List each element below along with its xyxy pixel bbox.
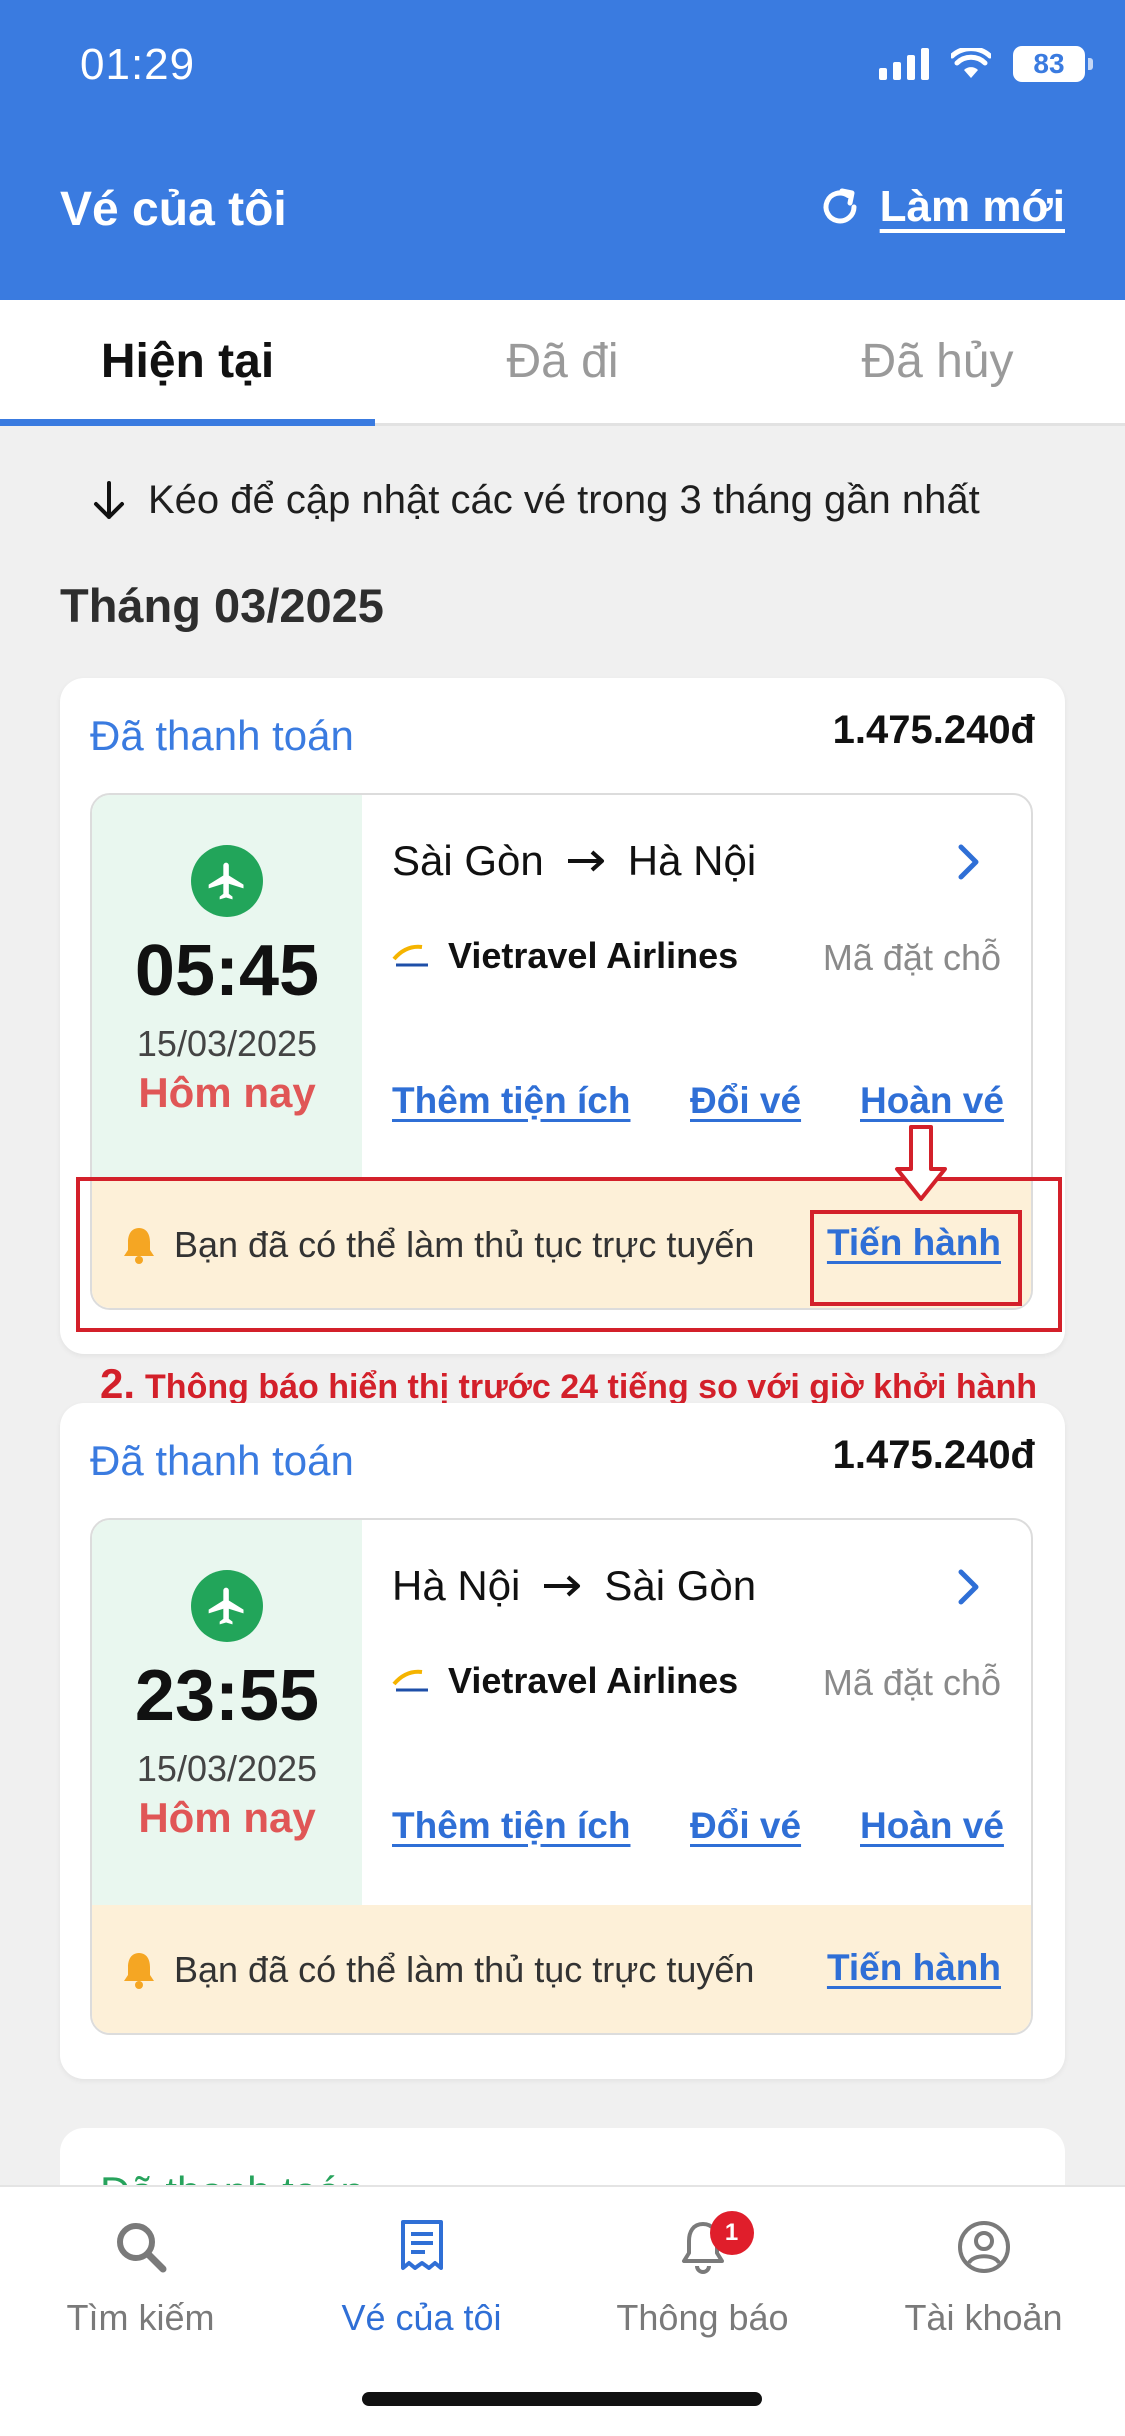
change-ticket-link[interactable]: Đổi vé bbox=[690, 1080, 801, 1122]
departure-date: 15/03/2025 bbox=[136, 1748, 318, 1789]
destination-city: Sài Gòn bbox=[604, 1562, 757, 1609]
battery-icon: 83 bbox=[1013, 46, 1093, 82]
departure-day: Hôm nay bbox=[138, 1069, 316, 1116]
tab-current[interactable]: Hiện tại bbox=[0, 300, 375, 426]
status-icons: 83 bbox=[879, 46, 1093, 82]
departure-time: 23:55 bbox=[134, 1656, 320, 1736]
payment-status: Đã thanh toán bbox=[90, 712, 354, 759]
departure-date: 15/03/2025 bbox=[136, 1023, 318, 1064]
proceed-checkin-link[interactable]: Tiến hành bbox=[827, 1947, 1001, 1989]
annotation-number: 2. bbox=[100, 1360, 136, 1407]
nav-search-label: Tìm kiếm bbox=[66, 2297, 215, 2338]
origin-city: Hà Nội bbox=[392, 1562, 521, 1609]
arrow-down-icon bbox=[94, 480, 124, 519]
refund-ticket-link[interactable]: Hoàn vé bbox=[860, 1805, 1004, 1847]
ticket-price: 1.475.240đ bbox=[832, 708, 1035, 752]
pull-hint-text: Kéo để cập nhật các vé trong 3 tháng gần… bbox=[148, 478, 980, 522]
signal-icon bbox=[879, 48, 929, 80]
nav-my-tickets-label: Vé của tôi bbox=[341, 2297, 502, 2338]
annotation-text: Thông báo hiển thị trước 24 tiếng so với… bbox=[145, 1368, 1038, 1406]
app-header: 01:29 83 Vé của tôi Làm mới bbox=[0, 0, 1125, 300]
origin-city: Sài Gòn bbox=[392, 837, 544, 884]
airline-name: Vietravel Airlines bbox=[448, 935, 739, 976]
arrow-right-icon bbox=[567, 850, 604, 872]
bell-icon: 1 bbox=[678, 2207, 754, 2287]
chevron-right-icon[interactable] bbox=[957, 843, 981, 881]
departure-panel: 05:45 15/03/2025 Hôm nay bbox=[92, 795, 362, 1180]
ticket-card[interactable]: Đã thanh toán 1.475.240đ 23:55 15/03/202… bbox=[60, 1403, 1065, 2079]
booking-code-label: Mã đặt chỗ bbox=[822, 1662, 1001, 1703]
home-indicator[interactable] bbox=[362, 2392, 762, 2406]
nav-account-label: Tài khoản bbox=[904, 2297, 1063, 2338]
refresh-icon bbox=[823, 188, 857, 224]
pull-hint: Kéo để cập nhật các vé trong 3 tháng gần… bbox=[92, 478, 980, 523]
add-services-link[interactable]: Thêm tiện ích bbox=[392, 1080, 630, 1122]
nav-search[interactable]: Tìm kiếm bbox=[0, 2187, 281, 2377]
ticket-price: 1.475.240đ bbox=[832, 1433, 1035, 1477]
chevron-right-icon[interactable] bbox=[957, 1568, 981, 1606]
airline-name: Vietravel Airlines bbox=[448, 1660, 739, 1701]
ticket-icon bbox=[397, 2207, 447, 2287]
nav-account[interactable]: Tài khoản bbox=[843, 2187, 1124, 2377]
flight-route: Hà Nội Sài Gòn bbox=[392, 1562, 756, 1610]
departure-panel: 23:55 15/03/2025 Hôm nay bbox=[92, 1520, 362, 1905]
status-time: 01:29 bbox=[80, 40, 196, 89]
annotation-highlight bbox=[810, 1210, 1022, 1306]
refresh-label: Làm mới bbox=[879, 182, 1065, 231]
notification-badge: 1 bbox=[709, 2211, 754, 2255]
annotation-arrow-icon bbox=[895, 1125, 947, 1201]
flight-route: Sài Gòn Hà Nội bbox=[392, 837, 756, 885]
change-ticket-link[interactable]: Đổi vé bbox=[690, 1805, 801, 1847]
nav-notifications[interactable]: 1 Thông báo bbox=[562, 2187, 843, 2377]
notice-text: Bạn đã có thể làm thủ tục trực tuyến bbox=[174, 1949, 755, 1990]
nav-notifications-label: Thông báo bbox=[616, 2297, 789, 2338]
tab-past[interactable]: Đã đi bbox=[375, 300, 750, 423]
arrow-right-icon bbox=[544, 1575, 581, 1597]
destination-city: Hà Nội bbox=[627, 837, 757, 884]
ticket-tabs: Hiện tại Đã đi Đã hủy bbox=[0, 300, 1125, 426]
refresh-button[interactable]: Làm mới bbox=[818, 182, 1065, 232]
tab-cancelled[interactable]: Đã hủy bbox=[750, 300, 1125, 423]
account-icon bbox=[956, 2207, 1012, 2287]
refund-ticket-link[interactable]: Hoàn vé bbox=[860, 1080, 1004, 1122]
flight-ticket[interactable]: 23:55 15/03/2025 Hôm nay Hà Nội Sài Gòn … bbox=[90, 1518, 1033, 2035]
payment-status: Đã thanh toán bbox=[90, 1437, 354, 1484]
airline-logo-icon bbox=[392, 1669, 428, 1692]
booking-code-label: Mã đặt chỗ bbox=[822, 937, 1001, 978]
departure-time: 05:45 bbox=[134, 931, 320, 1011]
page-title: Vé của tôi bbox=[60, 183, 287, 236]
annotation-note: 2. Thông báo hiển thị trước 24 tiếng so v… bbox=[100, 1360, 1037, 1408]
search-icon bbox=[113, 2207, 169, 2287]
nav-my-tickets[interactable]: Vé của tôi bbox=[281, 2187, 562, 2377]
airline: Vietravel Airlines bbox=[392, 935, 738, 977]
month-title: Tháng 03/2025 bbox=[60, 579, 384, 632]
bell-icon bbox=[124, 1953, 154, 1989]
departure-day: Hôm nay bbox=[138, 1794, 316, 1841]
airline: Vietravel Airlines bbox=[392, 1660, 738, 1702]
airline-logo-icon bbox=[392, 944, 428, 967]
checkin-notice: Bạn đã có thể làm thủ tục trực tuyến Tiế… bbox=[92, 1905, 1031, 2033]
wifi-icon bbox=[951, 48, 991, 78]
add-services-link[interactable]: Thêm tiện ích bbox=[392, 1805, 630, 1847]
plane-icon bbox=[191, 1570, 263, 1642]
plane-icon bbox=[191, 845, 263, 917]
